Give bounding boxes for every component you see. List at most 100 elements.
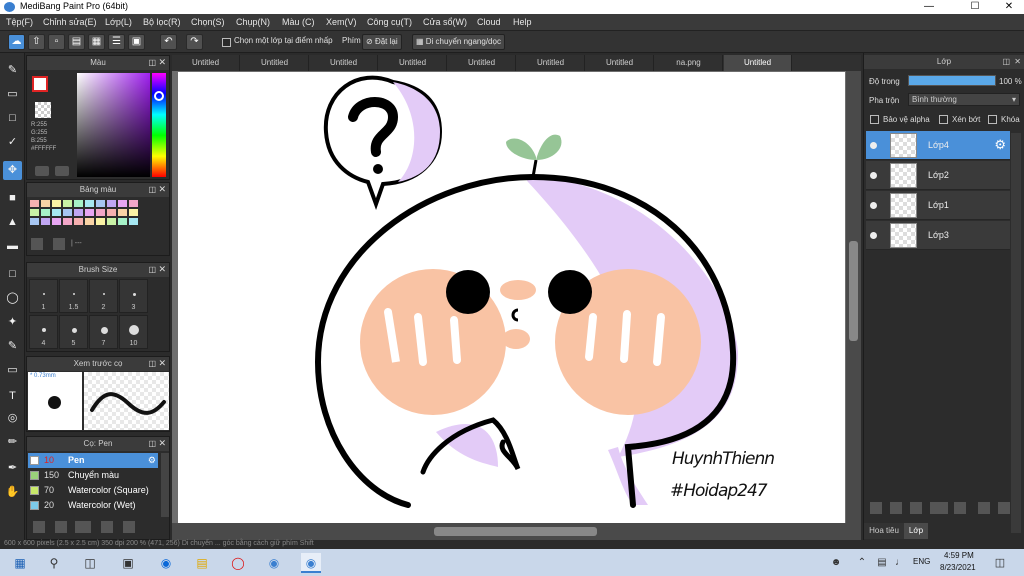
menu-color[interactable]: Màu (C): [282, 17, 315, 27]
horizontal-scrollbar[interactable]: [172, 523, 846, 540]
chat-icon[interactable]: ▫: [48, 34, 65, 50]
medibang-taskbar-icon[interactable]: ◉: [301, 553, 321, 573]
magic-wand-icon[interactable]: ✦: [3, 313, 22, 332]
layer-row-lop4[interactable]: Lớp4 ⚙: [866, 131, 1010, 160]
menu-layer[interactable]: Lớp(L): [105, 17, 132, 27]
brush-item[interactable]: 70 Watercolor (Square): [28, 483, 158, 498]
delete-layer-icon[interactable]: [998, 502, 1010, 514]
palette-swatch[interactable]: [52, 218, 61, 225]
paint-icon[interactable]: ◉: [264, 553, 284, 573]
close-button[interactable]: ✕: [994, 0, 1024, 14]
brush-size-cell[interactable]: 2: [89, 279, 118, 313]
search-icon[interactable]: ⚲: [44, 553, 64, 573]
new-layer-1bit-icon[interactable]: [890, 502, 902, 514]
lasso-icon[interactable]: ◯: [3, 289, 22, 308]
menu-help[interactable]: Help: [513, 17, 532, 27]
document-icon[interactable]: ▦: [88, 34, 105, 50]
store-icon[interactable]: ▣: [118, 553, 138, 573]
palette-swatch[interactable]: [63, 218, 72, 225]
palette-swatch[interactable]: [63, 200, 72, 207]
palette-swatch[interactable]: [74, 200, 83, 207]
menu-select[interactable]: Chọn(S): [191, 17, 225, 27]
palette-swatch[interactable]: [30, 218, 39, 225]
volume-icon[interactable]: ♩: [890, 553, 910, 573]
gear-icon[interactable]: ⚙: [994, 137, 1006, 153]
layer-row-lop2[interactable]: Lớp2: [866, 161, 1010, 190]
people-icon[interactable]: ☻: [826, 553, 846, 573]
saturation-value-picker[interactable]: [77, 73, 150, 177]
palette-swatch[interactable]: [107, 209, 116, 216]
share-icon[interactable]: ⇧: [28, 34, 45, 50]
delete-palette-icon[interactable]: [53, 238, 65, 250]
clock-date[interactable]: 8/23/2021: [940, 563, 976, 572]
gradient-tool-icon[interactable]: ▬: [3, 237, 22, 256]
brush-size-cell[interactable]: 3: [119, 279, 148, 313]
eraser-tool-icon[interactable]: ▭: [3, 85, 22, 104]
horizontal-scroll-thumb[interactable]: [434, 527, 597, 536]
brush-size-cell[interactable]: 4: [29, 315, 58, 349]
palette-swatch[interactable]: [96, 218, 105, 225]
grid-icon[interactable]: ▣: [128, 34, 145, 50]
new-layer-8bit-icon[interactable]: [910, 502, 922, 514]
palette-swatch[interactable]: [30, 209, 39, 216]
layer-row-lop1[interactable]: Lớp1: [866, 191, 1010, 220]
palette-swatch[interactable]: [85, 200, 94, 207]
palette-swatch[interactable]: [30, 200, 39, 207]
palette-swatch[interactable]: [41, 218, 50, 225]
menu-tools[interactable]: Công cụ(T): [367, 17, 412, 27]
palette-swatch[interactable]: [52, 200, 61, 207]
zalo-icon[interactable]: ◉: [156, 553, 176, 573]
palette-swatch[interactable]: [41, 209, 50, 216]
opera-icon[interactable]: ◯: [228, 553, 248, 573]
layer-scrollbar[interactable]: [1011, 133, 1021, 533]
palette-swatch[interactable]: [96, 200, 105, 207]
palette-swatch[interactable]: [118, 209, 127, 216]
bucket-tool-icon[interactable]: ▲: [3, 213, 22, 232]
close-panel-icon[interactable]: ✕: [1014, 55, 1021, 69]
brush-size-cell[interactable]: 1: [29, 279, 58, 313]
select-eraser-icon[interactable]: ▭: [3, 361, 22, 380]
tab-untitled-6[interactable]: Untitled: [517, 55, 585, 71]
palette-swatch[interactable]: [63, 209, 72, 216]
dock-icon[interactable]: ◫: [1002, 55, 1010, 69]
eye-icon[interactable]: [870, 172, 877, 179]
drawing-canvas[interactable]: HuynhThienn #Hoidap247: [178, 72, 845, 523]
minimize-button[interactable]: —: [914, 0, 944, 14]
move-button[interactable]: ▦ Di chuyển ngang/dọc: [412, 34, 505, 50]
text-tool-icon[interactable]: T: [3, 387, 22, 406]
menu-filter[interactable]: Bộ lọc(R): [143, 17, 181, 27]
tab-untitled-2[interactable]: Untitled: [241, 55, 309, 71]
menu-view[interactable]: Xem(V): [326, 17, 357, 27]
tab-layer[interactable]: Lớp: [904, 523, 928, 539]
brush-size-cell[interactable]: 5: [59, 315, 88, 349]
add-brush-icon[interactable]: [33, 521, 45, 533]
brush-list-scrollbar[interactable]: [161, 453, 169, 517]
tab-untitled-5[interactable]: Untitled: [448, 55, 516, 71]
tab-untitled-active[interactable]: Untitled: [724, 55, 792, 71]
brush-item[interactable]: 10 Pen ⚙: [28, 453, 158, 468]
opacity-slider[interactable]: [908, 75, 996, 86]
check-tool-icon[interactable]: ✓: [3, 133, 22, 152]
palette-swatch[interactable]: [85, 218, 94, 225]
blend-mode-select[interactable]: Bình thường ▾: [908, 93, 1020, 106]
clock-time[interactable]: 4:59 PM: [944, 551, 974, 560]
new-palette-icon[interactable]: [31, 238, 43, 250]
file-explorer-icon[interactable]: ▤: [192, 553, 212, 573]
list-icon[interactable]: ☰: [108, 34, 125, 50]
brush-item[interactable]: 150 Chuyển màu: [28, 468, 158, 483]
fill-rect-tool-icon[interactable]: ■: [3, 189, 22, 208]
palette-swatch[interactable]: [107, 218, 116, 225]
hand-tool-icon[interactable]: ✋: [3, 483, 22, 502]
menu-edit[interactable]: Chỉnh sửa(E): [43, 17, 97, 27]
brush-size-cell[interactable]: 7: [89, 315, 118, 349]
reset-button[interactable]: ⊘ Đặt lại: [362, 34, 402, 50]
brush-tool-icon[interactable]: ✎: [3, 61, 22, 80]
clip-checkbox[interactable]: [939, 115, 948, 124]
layer-row-lop3[interactable]: Lớp3: [866, 221, 1010, 250]
maximize-button[interactable]: ☐: [960, 0, 990, 14]
primary-color-swatch[interactable]: [32, 76, 48, 92]
rect-tool-icon[interactable]: □: [3, 109, 22, 128]
transparent-swatch[interactable]: [35, 102, 51, 118]
duplicate-icon[interactable]: [123, 521, 135, 533]
palette-swatch[interactable]: [129, 218, 138, 225]
